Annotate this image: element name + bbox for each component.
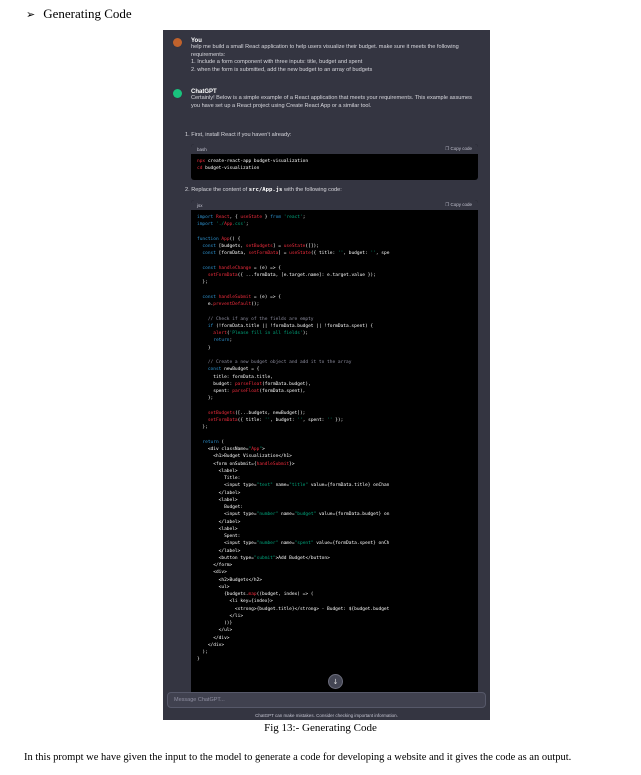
- code-line: <h2>Budgets</h2>: [197, 577, 263, 583]
- assistant-message: ChatGPT Certainly! Below is a simple exa…: [173, 89, 482, 129]
- code-line: <label>: [197, 526, 238, 532]
- code-line: // Create a new budget object and add it…: [197, 360, 352, 365]
- code-line: npx create-react-app budget-visualizatio…: [197, 159, 309, 164]
- code-line: <h1>Budget Visualization</h1>: [197, 454, 292, 460]
- code-line: Title:: [197, 476, 241, 481]
- code-line: // Check if any of the fields are empty: [197, 316, 314, 322]
- composer-area: Message ChatGPT... ChatGPT can make mist…: [163, 692, 490, 720]
- code-line: </ul>: [197, 628, 233, 634]
- file-path: src/App.js: [248, 187, 283, 193]
- code-line: <input type="text" name="title" value={f…: [197, 483, 390, 489]
- code-line: ))}: [197, 621, 233, 626]
- description-paragraph: In this prompt we have given the input t…: [24, 752, 572, 763]
- code-line: </li>: [197, 613, 244, 619]
- code-line: title: formData.title,: [197, 374, 273, 380]
- user-message: You help me build a small React applicat…: [173, 38, 482, 84]
- code-line: budget: parseFloat(formData.budget),: [197, 381, 311, 387]
- code-line: spent: parseFloat(formData.spent),: [197, 389, 306, 394]
- code-line: <input type="number" name="budget" value…: [197, 512, 390, 518]
- arrow-bullet-icon: ➢: [26, 8, 36, 21]
- code-content: npx create-react-app budget-visualizatio…: [191, 154, 478, 177]
- code-line: Budget:: [197, 505, 244, 510]
- code-line: </label>: [197, 519, 241, 525]
- code-line: import './App.css';: [197, 222, 249, 228]
- code-line: const handleSubmit = (e) => {: [202, 294, 282, 300]
- code-line: <form onSubmit={handleSubmit}>: [197, 461, 295, 467]
- code-block-header: bash ❐ Copy code: [191, 144, 478, 154]
- section-heading-text: Generating Code: [43, 6, 132, 21]
- arrow-down-icon[interactable]: ↓: [328, 674, 343, 689]
- code-line: alert('Please fill in all fields');: [213, 331, 309, 336]
- code-line: setBudgets([...budgets, newBudget]);: [207, 410, 306, 416]
- code-line: setFormData({ title: '', budget: '', spe…: [207, 418, 344, 423]
- code-block-header: jsx ❐ Copy code: [191, 200, 478, 210]
- step-1-text: 1. First, install React if you haven't a…: [185, 132, 292, 138]
- code-line: </label>: [197, 490, 241, 496]
- section-heading: ➢ Generating Code: [26, 6, 132, 22]
- message-input[interactable]: Message ChatGPT...: [167, 692, 486, 708]
- step-2-text: 2. Replace the content of src/App.js wit…: [185, 187, 342, 193]
- code-line: }: [197, 345, 211, 351]
- code-language-label: bash: [197, 146, 207, 152]
- code-line: };: [197, 425, 208, 431]
- code-line: <button type="submit">Add Budget</button…: [197, 555, 330, 561]
- user-message-text: help me build a small React application …: [191, 44, 459, 73]
- code-line: return (: [202, 439, 225, 445]
- code-line: <strong>{budget.title}</strong> - Budget…: [197, 606, 390, 612]
- copy-code-button[interactable]: ❐ Copy code: [445, 202, 472, 208]
- code-line: return;: [213, 338, 233, 344]
- code-line: Spent:: [197, 534, 241, 539]
- code-line: const handleChange = (e) => {: [202, 265, 282, 271]
- code-line: }: [197, 657, 200, 663]
- code-block-bash: bash ❐ Copy code npx create-react-app bu…: [191, 144, 478, 180]
- code-line: {budgets.map((budget, index) => (: [197, 592, 314, 597]
- code-line: <ul>: [197, 584, 230, 590]
- code-line: cd budget-visualization: [197, 166, 260, 172]
- code-line: );: [197, 650, 208, 655]
- code-line: <label>: [197, 497, 238, 503]
- assistant-intro-text: Certainly! Below is a simple example of …: [191, 95, 472, 109]
- code-line: </div>: [197, 635, 230, 641]
- code-line: </label>: [197, 548, 241, 554]
- code-line: </div>: [197, 642, 225, 648]
- code-line: };: [197, 280, 208, 286]
- chatgpt-screenshot: You help me build a small React applicat…: [163, 30, 490, 720]
- chatgpt-logo-icon: [173, 89, 182, 98]
- code-content: import React, { useState } from 'react';…: [191, 210, 478, 668]
- code-line: function App() {: [197, 236, 241, 242]
- copy-code-button[interactable]: ❐ Copy code: [445, 146, 472, 152]
- code-line: <div className="App">: [197, 447, 265, 452]
- user-avatar: [173, 38, 182, 47]
- code-line: setFormData({ ...formData, [e.target.nam…: [207, 273, 376, 278]
- disclaimer-text: ChatGPT can make mistakes. Consider chec…: [255, 713, 398, 718]
- code-line: const newBudget = {: [207, 367, 260, 373]
- code-line: const [budgets, setBudgets] = useState([…: [202, 244, 319, 249]
- code-line: import React, { useState } from 'react';: [197, 215, 306, 220]
- code-line: </form>: [197, 563, 233, 568]
- code-line: <div>: [197, 570, 227, 576]
- code-line: if (!formData.title || !formData.budget …: [207, 323, 374, 329]
- figure-caption: Fig 13:- Generating Code: [264, 722, 377, 734]
- code-block-jsx: jsx ❐ Copy code import React, { useState…: [191, 200, 478, 700]
- code-line: };: [197, 396, 214, 402]
- code-line: e.preventDefault();: [197, 302, 260, 307]
- code-line: <input type="number" name="spent" value=…: [197, 541, 390, 547]
- code-line: const [formData, setFormData] = useState…: [202, 251, 390, 257]
- code-language-label: jsx: [197, 202, 203, 208]
- code-line: <li key={index}>: [197, 599, 273, 605]
- code-line: <label>: [197, 468, 238, 474]
